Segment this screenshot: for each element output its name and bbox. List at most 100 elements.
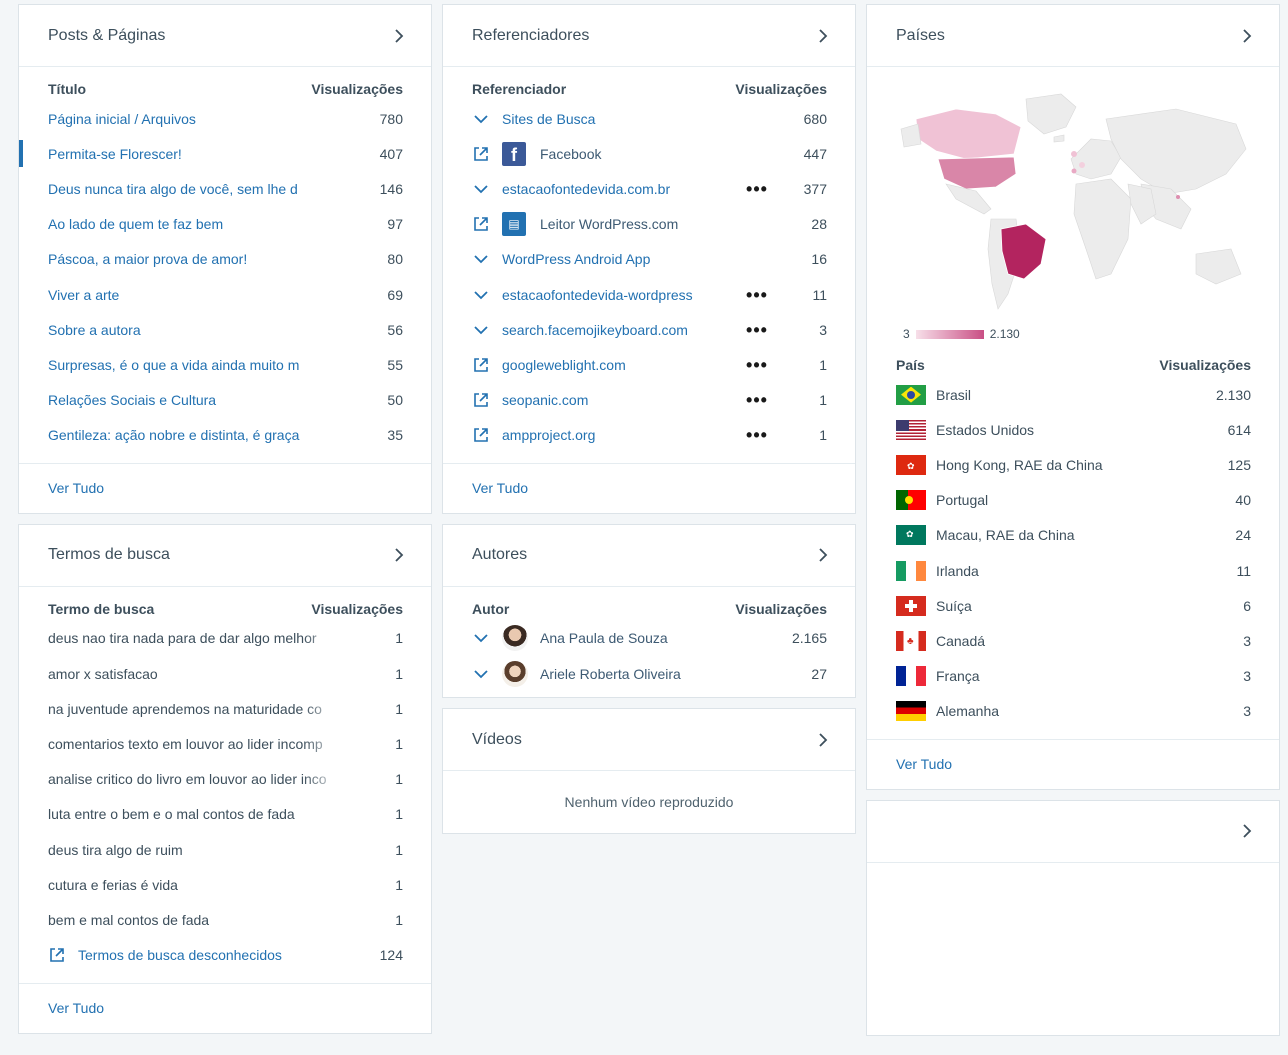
posts-pages-header[interactable]: Posts & Páginas — [19, 5, 431, 67]
avatar — [502, 625, 528, 652]
table-row[interactable]: Ariele Roberta Oliveira 27 — [443, 656, 855, 691]
country-name: Macau, RAE da China — [936, 527, 1075, 544]
table-row[interactable]: Sobre a autora 56 — [19, 312, 431, 347]
table-row[interactable]: ▤ Leitor WordPress.com 28 — [443, 207, 855, 242]
countries-header[interactable]: Países — [867, 5, 1279, 67]
post-title-link[interactable]: Viver a arte — [48, 287, 343, 303]
table-row[interactable]: Ao lado de quem te faz bem 97 — [19, 207, 431, 242]
author-name-link[interactable]: Ana Paula de Souza — [540, 630, 767, 646]
table-row[interactable]: Permita-se Florescer! 407 — [19, 136, 431, 171]
post-title-link[interactable]: Permita-se Florescer! — [48, 146, 343, 162]
authors-header[interactable]: Autores — [443, 525, 855, 587]
table-row[interactable]: Sites de Busca 680 — [443, 101, 855, 136]
referrer-link[interactable]: WordPress Android App — [502, 251, 737, 267]
view-all-link[interactable]: Ver Tudo — [48, 1000, 104, 1016]
post-title-link[interactable]: Relações Sociais e Cultura — [48, 392, 343, 408]
table-row[interactable]: Termos de busca desconhecidos 124 — [19, 938, 431, 973]
author-name-link[interactable]: Ariele Roberta Oliveira — [540, 666, 767, 682]
column-views: Visualizações — [1159, 357, 1251, 373]
table-row[interactable]: Relações Sociais e Cultura 50 — [19, 383, 431, 418]
views-count: 614 — [1227, 421, 1251, 438]
table-row[interactable]: googleweblight.com ••• 1 — [443, 347, 855, 382]
row-label: Brasil — [896, 384, 1191, 405]
referrer-link[interactable]: estacaofontedevida.com.br — [502, 181, 737, 197]
more-options-icon[interactable]: ••• — [737, 426, 777, 444]
table-row[interactable]: Surpresas, é o que a vida ainda muito m 5… — [19, 347, 431, 382]
referrer-link[interactable]: Facebook — [540, 146, 737, 162]
country-name: Portugal — [936, 492, 989, 509]
chevron-down-icon[interactable] — [472, 250, 490, 268]
world-map[interactable]: 3 2.130 — [867, 67, 1279, 347]
chevron-right-icon[interactable] — [391, 28, 407, 44]
post-title-link[interactable]: Gentileza: ação nobre e distinta, é graç… — [48, 427, 343, 444]
chevron-right-icon[interactable] — [391, 547, 407, 563]
chevron-right-icon[interactable] — [815, 28, 831, 44]
videos-header[interactable]: Vídeos — [443, 709, 855, 772]
table-row[interactable]: estacaofontedevida-wordpress ••• 11 — [443, 277, 855, 312]
post-title-link[interactable]: Sobre a autora — [48, 322, 343, 338]
chevron-right-icon[interactable] — [815, 547, 831, 563]
table-row[interactable]: WordPress Android App 16 — [443, 242, 855, 277]
chevron-right-icon[interactable] — [1239, 28, 1255, 44]
table-row[interactable]: seopanic.com ••• 1 — [443, 383, 855, 418]
table-row[interactable]: estacaofontedevida.com.br ••• 377 — [443, 171, 855, 206]
column-views: Visualizações — [735, 81, 827, 97]
external-link-icon[interactable] — [472, 145, 490, 163]
external-link-icon[interactable] — [472, 391, 490, 409]
chevron-down-icon[interactable] — [472, 665, 490, 683]
table-row[interactable]: ampproject.org ••• 1 — [443, 418, 855, 453]
more-options-icon[interactable]: ••• — [737, 286, 777, 304]
table-row[interactable]: Páscoa, a maior prova de amor! 80 — [19, 242, 431, 277]
table-row[interactable]: Ana Paula de Souza 2.165 — [443, 621, 855, 656]
table-row[interactable]: f Facebook 447 — [443, 136, 855, 171]
external-link-icon[interactable] — [472, 426, 490, 444]
referrers-header[interactable]: Referenciadores — [443, 5, 855, 67]
table-row[interactable]: Gentileza: ação nobre e distinta, é graç… — [19, 418, 431, 453]
empty-card-header[interactable] — [867, 801, 1279, 863]
views-count: 16 — [811, 251, 827, 268]
referrer-link[interactable]: googleweblight.com — [502, 357, 737, 373]
chevron-right-icon[interactable] — [815, 732, 831, 748]
referrer-link[interactable]: ampproject.org — [502, 427, 737, 443]
more-options-icon[interactable]: ••• — [737, 180, 777, 198]
chevron-down-icon[interactable] — [472, 286, 490, 304]
external-link-icon[interactable] — [472, 215, 490, 233]
referrer-link[interactable]: Sites de Busca — [502, 111, 737, 127]
external-link-icon[interactable] — [48, 946, 66, 964]
view-all-link[interactable]: Ver Tudo — [896, 756, 952, 772]
post-title-link[interactable]: Página inicial / Arquivos — [48, 111, 343, 127]
countries-footer: Ver Tudo — [867, 738, 1279, 789]
post-title-link[interactable]: Ao lado de quem te faz bem — [48, 216, 343, 232]
search-term: deus nao tira nada para de dar algo melh… — [48, 630, 343, 647]
post-title-link[interactable]: Páscoa, a maior prova de amor! — [48, 251, 343, 267]
search-terms-header[interactable]: Termos de busca — [19, 525, 431, 587]
post-title-link[interactable]: Surpresas, é o que a vida ainda muito m — [48, 356, 343, 373]
more-options-icon[interactable]: ••• — [737, 321, 777, 339]
chevron-down-icon[interactable] — [472, 110, 490, 128]
referrer-link[interactable]: seopanic.com — [502, 392, 737, 408]
table-row[interactable]: search.facemojikeyboard.com ••• 3 — [443, 312, 855, 347]
chevron-right-icon[interactable] — [1239, 823, 1255, 839]
referrer-link[interactable]: search.facemojikeyboard.com — [502, 321, 737, 338]
table-row[interactable]: Viver a arte 69 — [19, 277, 431, 312]
referrer-link[interactable]: Leitor WordPress.com — [540, 216, 737, 232]
table-row: ♣ Canadá 3 — [867, 623, 1279, 658]
views-count: 1 — [395, 700, 403, 717]
views-count: 2.165 — [791, 630, 827, 647]
table-row[interactable]: Deus nunca tira algo de você, sem lhe d 1… — [19, 171, 431, 206]
more-options-icon[interactable]: ••• — [737, 391, 777, 409]
post-title-link[interactable]: Deus nunca tira algo de você, sem lhe d — [48, 180, 343, 197]
chevron-down-icon[interactable] — [472, 629, 490, 647]
chevron-down-icon[interactable] — [472, 180, 490, 198]
referrer-link[interactable]: estacaofontedevida-wordpress — [502, 286, 737, 303]
table-row[interactable]: Página inicial / Arquivos 780 — [19, 101, 431, 136]
more-options-icon[interactable]: ••• — [737, 356, 777, 374]
table-row: amor x satisfacao 1 — [19, 656, 431, 691]
external-link-icon[interactable] — [472, 356, 490, 374]
column-views: Visualizações — [735, 600, 827, 617]
chevron-down-icon[interactable] — [472, 321, 490, 339]
unknown-terms-link[interactable]: Termos de busca desconhecidos — [78, 947, 343, 963]
view-all-link[interactable]: Ver Tudo — [472, 480, 528, 496]
view-all-link[interactable]: Ver Tudo — [48, 480, 104, 496]
table-header: Termo de busca Visualizações — [19, 587, 431, 621]
